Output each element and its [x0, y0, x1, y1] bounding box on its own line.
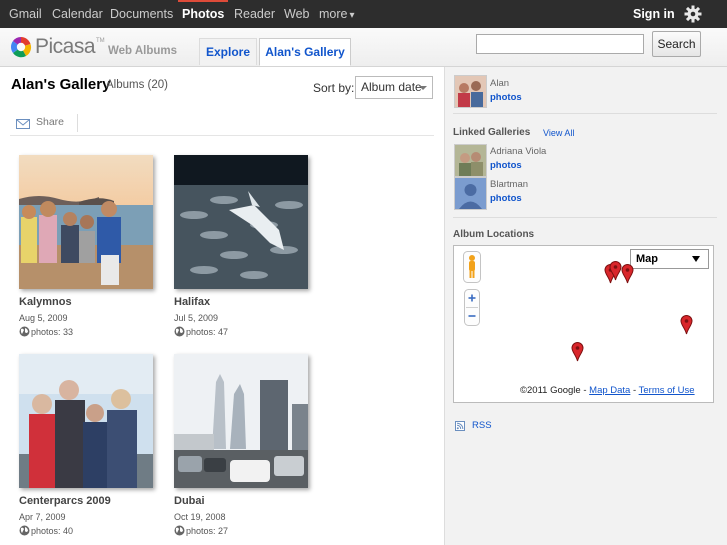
gear-icon[interactable]	[684, 5, 702, 23]
sort-value: Album date	[361, 80, 422, 94]
section-divider	[453, 113, 717, 114]
terms-of-use-link[interactable]: Terms of Use	[639, 385, 695, 396]
gbar-calendar[interactable]: Calendar	[52, 7, 103, 21]
search-input[interactable]	[476, 34, 644, 54]
album-name[interactable]: Dubai	[174, 495, 205, 507]
city-photo	[174, 354, 308, 488]
avatar[interactable]	[454, 75, 487, 108]
chevron-down-icon	[419, 86, 427, 90]
map-attribution: ©2011 Google - Map Data - Terms of Use	[520, 385, 695, 396]
envelope-icon	[16, 119, 30, 129]
album-photo-count-text: photos: 27	[186, 526, 229, 536]
album-card[interactable]: Halifax Jul 5, 2009 photos: 47	[174, 155, 314, 341]
gbar-more-label: more	[319, 7, 348, 21]
album-photo-count-text: photos: 33	[31, 327, 74, 337]
logo-wordmark[interactable]: Picasa	[35, 35, 96, 59]
album-name[interactable]: Halifax	[174, 296, 210, 308]
pegman-icon[interactable]	[463, 251, 481, 283]
album-card[interactable]: Centerparcs 2009 Apr 7, 2009 photos: 40	[19, 354, 159, 540]
map-data-link[interactable]: Map Data	[589, 385, 630, 396]
album-card[interactable]: Dubai Oct 19, 2008 photos: 27	[174, 354, 314, 540]
search-button[interactable]: Search	[652, 31, 701, 57]
family-photo	[19, 354, 153, 488]
logo-subtitle: Web Albums	[108, 45, 178, 57]
album-photo-count-text: photos: 47	[186, 327, 229, 337]
linked-gallery-name[interactable]: Adriana Viola	[490, 146, 546, 157]
globe-icon	[19, 326, 30, 337]
section-divider	[10, 135, 434, 136]
share-label: Share	[36, 116, 65, 128]
signin-link[interactable]: Sign in	[633, 7, 675, 21]
fish-photo	[174, 155, 308, 289]
gbar-documents[interactable]: Documents	[110, 7, 173, 21]
album-thumbnail[interactable]	[19, 354, 153, 488]
gallery-main: Alan's Gallery Albums (20) Sort by: Albu…	[0, 67, 444, 545]
album-card[interactable]: Kalymnos Aug 5, 2009 photos: 33	[19, 155, 159, 341]
gbar-photos[interactable]: Photos	[182, 7, 224, 21]
album-name[interactable]: Kalymnos	[19, 296, 72, 308]
sidebar: Alan photos Linked Galleries View All Ad…	[444, 67, 727, 545]
page-title: Alan's Gallery	[11, 76, 111, 93]
album-date: Aug 5, 2009	[19, 313, 68, 323]
map-type-value: Map	[636, 253, 658, 265]
map-separator: -	[630, 385, 639, 396]
globe-icon	[174, 525, 185, 536]
map-pin-icon[interactable]	[680, 315, 693, 335]
linked-avatar-image	[455, 145, 486, 176]
rss-icon	[455, 421, 465, 431]
album-date: Jul 5, 2009	[174, 313, 219, 323]
album-date: Apr 7, 2009	[19, 512, 66, 522]
default-avatar-icon	[455, 178, 486, 209]
linked-gallery-name[interactable]: Blartman	[490, 179, 528, 190]
chevron-down-icon: ▾	[349, 10, 355, 21]
beach-photo	[19, 155, 153, 289]
album-name[interactable]: Centerparcs 2009	[19, 495, 111, 507]
zoom-control[interactable]	[464, 289, 480, 326]
picasa-logo-icon[interactable]	[10, 36, 32, 58]
album-locations-map[interactable]: Map ©2011 Google - Map Data - Terms of U…	[453, 245, 714, 403]
album-thumbnail[interactable]	[174, 354, 308, 488]
chevron-down-icon	[692, 256, 700, 262]
linked-gallery-photos-link[interactable]: photos	[490, 160, 522, 171]
album-photo-count-text: photos: 40	[31, 526, 74, 536]
google-bar: Gmail Calendar Documents Photos Reader W…	[0, 0, 727, 28]
album-thumbnail[interactable]	[174, 155, 308, 289]
album-date: Oct 19, 2008	[174, 512, 226, 522]
rss-label: RSS	[472, 420, 492, 431]
sort-select[interactable]: Album date	[355, 76, 433, 99]
owner-photos-link[interactable]: photos	[490, 92, 522, 103]
album-count: Albums (20)	[106, 79, 168, 91]
tab-alans-gallery[interactable]: Alan's Gallery	[259, 38, 351, 66]
owner-name: Alan	[490, 78, 510, 89]
owner-avatar-image	[455, 76, 486, 107]
globe-icon	[19, 525, 30, 536]
album-thumbnail[interactable]	[19, 155, 153, 289]
map-type-select[interactable]: Map	[630, 249, 709, 269]
tab-explore[interactable]: Explore	[199, 38, 257, 65]
sort-label: Sort by:	[313, 81, 355, 95]
active-indicator	[178, 0, 228, 2]
view-all-link[interactable]: View All	[543, 128, 574, 138]
section-divider	[453, 217, 717, 218]
gbar-web[interactable]: Web	[284, 7, 309, 21]
map-pin-icon[interactable]	[571, 342, 584, 362]
app-header: Picasa TM Web Albums Explore Alan's Gall…	[0, 28, 727, 67]
linked-gallery-photos-link[interactable]: photos	[490, 193, 522, 204]
map-copyright: ©2011 Google -	[520, 385, 590, 396]
gbar-more[interactable]: more ▾	[319, 7, 355, 21]
avatar[interactable]	[454, 144, 487, 177]
globe-icon	[174, 326, 185, 337]
album-locations-heading: Album Locations	[453, 229, 535, 240]
map-pin-icon[interactable]	[621, 264, 634, 284]
toolbar-divider	[77, 114, 78, 132]
linked-galleries-heading: Linked Galleries	[453, 127, 531, 138]
gbar-reader[interactable]: Reader	[234, 7, 275, 21]
logo-trademark: TM	[96, 38, 105, 44]
gbar-gmail[interactable]: Gmail	[9, 7, 42, 21]
avatar[interactable]	[454, 177, 487, 210]
